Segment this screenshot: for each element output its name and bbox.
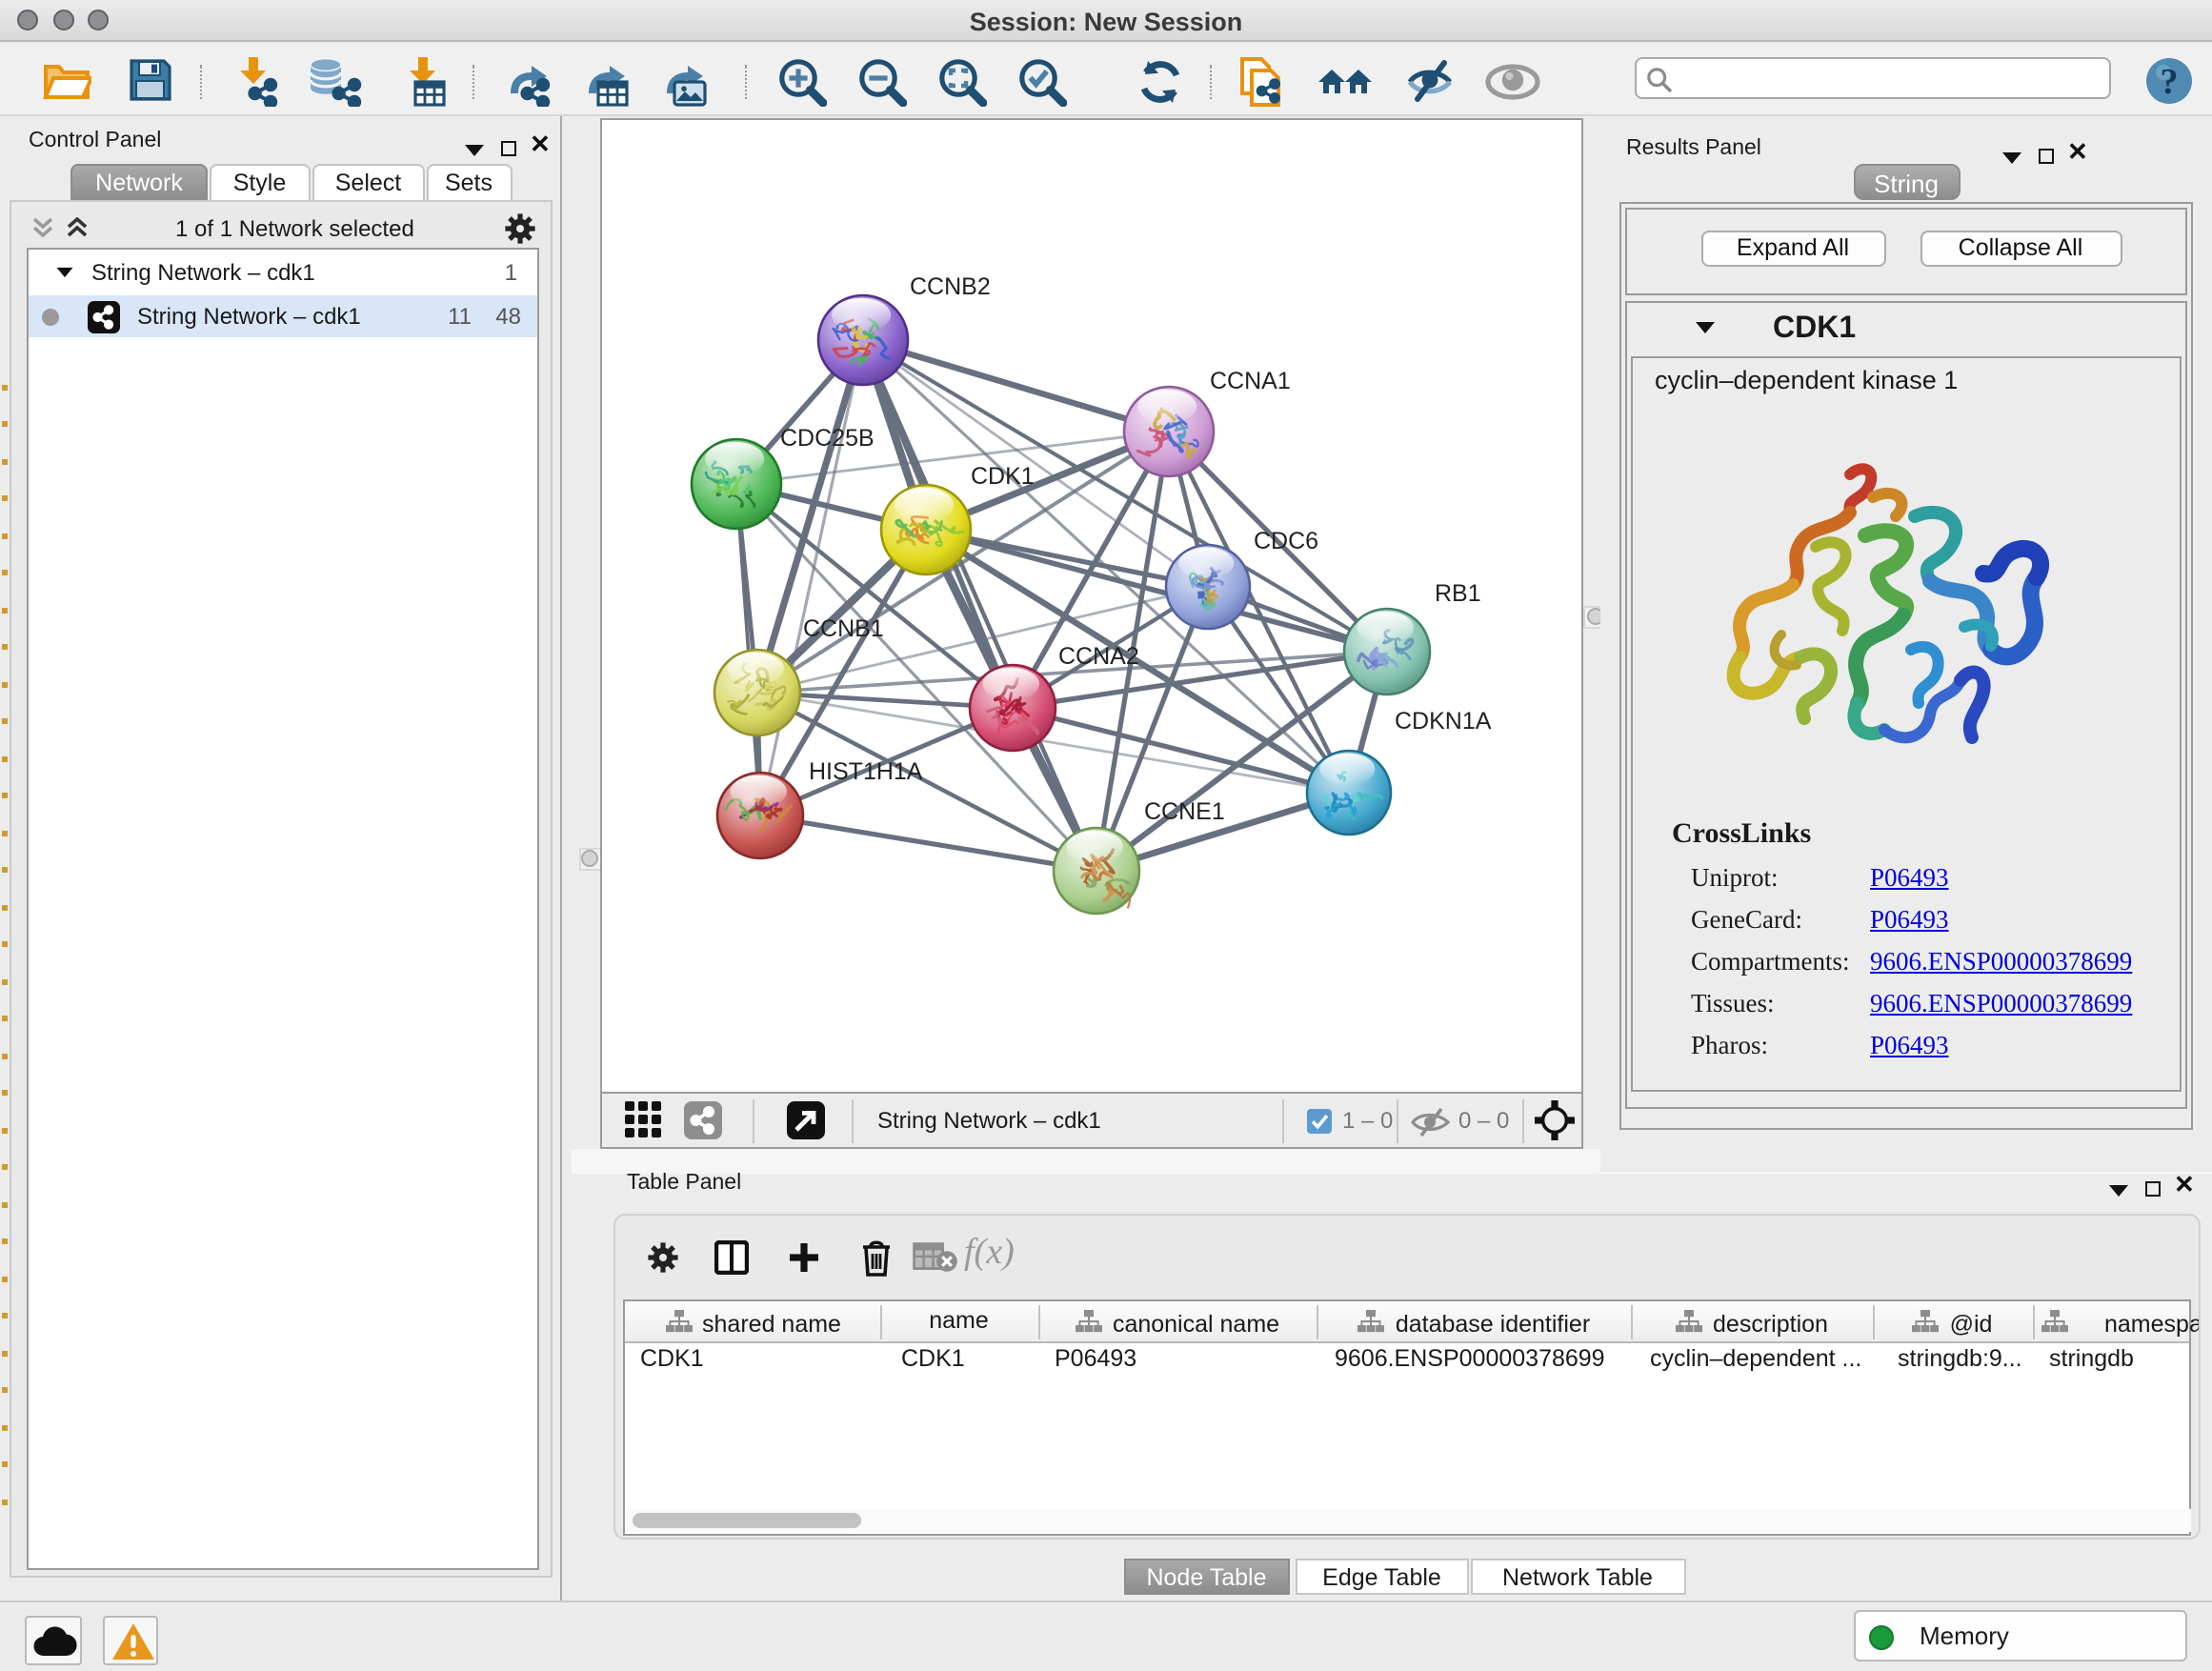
svg-text:CCNB2: CCNB2 — [909, 272, 990, 299]
svg-text:CCNB1: CCNB1 — [802, 614, 883, 641]
svg-text:CDK1: CDK1 — [970, 462, 1034, 489]
svg-text:CDC6: CDC6 — [1253, 527, 1317, 554]
svg-text:CCNA1: CCNA1 — [1209, 367, 1290, 393]
svg-text:?: ? — [2160, 61, 2178, 101]
svg-text:HIST1H1A: HIST1H1A — [808, 757, 922, 784]
svg-text:CDKN1A: CDKN1A — [1394, 707, 1491, 734]
svg-text:RB1: RB1 — [1434, 579, 1480, 606]
svg-text:CCNE1: CCNE1 — [1143, 797, 1224, 824]
svg-text:CDC25B: CDC25B — [779, 424, 874, 451]
svg-text:CCNA2: CCNA2 — [1057, 642, 1138, 669]
